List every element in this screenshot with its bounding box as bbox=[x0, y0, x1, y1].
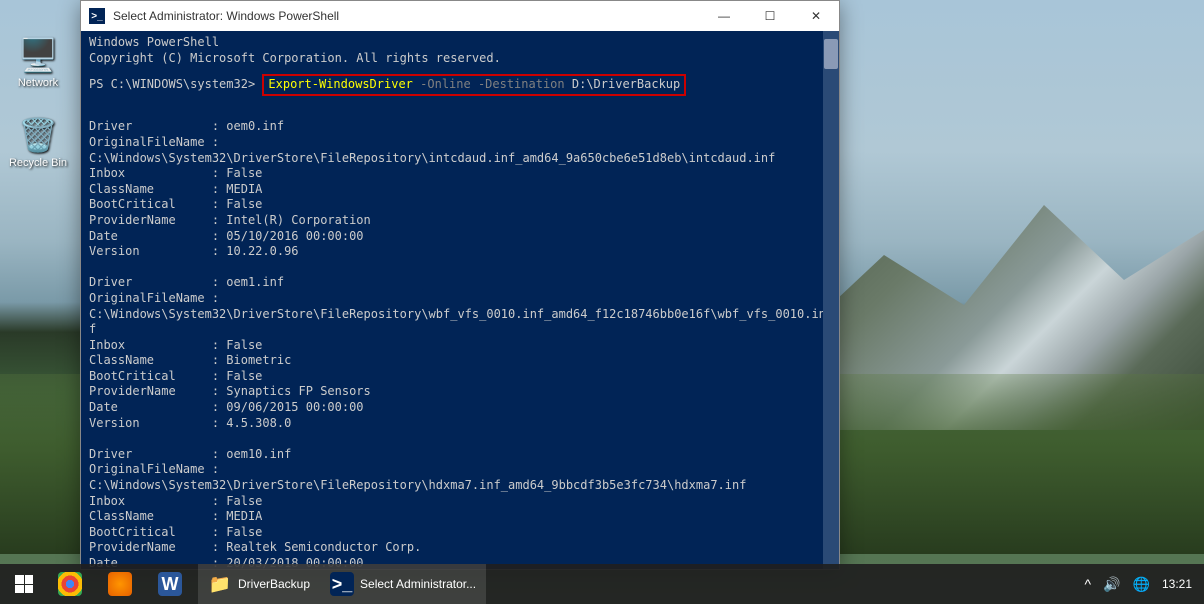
scrollbar-thumb[interactable] bbox=[824, 39, 838, 69]
command-cmdlet: Export-WindowsDriver bbox=[268, 77, 413, 91]
taskbar-word[interactable]: W bbox=[148, 564, 198, 604]
command-highlight-box: Export-WindowsDriver -Online -Destinatio… bbox=[262, 74, 686, 96]
tray-network-icon[interactable]: 🌐 bbox=[1133, 576, 1150, 593]
network-icon: 🖥️ bbox=[18, 35, 58, 75]
command-path: D:\DriverBackup bbox=[572, 77, 680, 91]
ps-header-1: Windows PowerShell bbox=[89, 35, 831, 51]
system-tray: ^ 🔊 🌐 13:21 bbox=[1085, 576, 1204, 593]
maximize-button[interactable]: ☐ bbox=[747, 1, 793, 31]
command-line: PS C:\WINDOWS\system32> Export-WindowsDr… bbox=[89, 74, 831, 96]
desktop-icon-label: Network bbox=[8, 77, 68, 89]
powershell-icon: >_ bbox=[89, 8, 105, 24]
firefox-icon bbox=[108, 572, 132, 596]
terminal-content[interactable]: Windows PowerShell Copyright (C) Microso… bbox=[81, 31, 839, 569]
taskbar-firefox[interactable] bbox=[98, 564, 148, 604]
taskbar-item-label: Select Administrator... bbox=[360, 577, 476, 591]
taskbar-powershell[interactable]: >_ Select Administrator... bbox=[320, 564, 486, 604]
scrollbar[interactable] bbox=[823, 31, 839, 569]
folder-icon: 📁 bbox=[208, 572, 232, 596]
titlebar[interactable]: >_ Select Administrator: Windows PowerSh… bbox=[81, 1, 839, 31]
ps-header-2: Copyright (C) Microsoft Corporation. All… bbox=[89, 51, 831, 67]
taskbar: W 📁 DriverBackup >_ Select Administrator… bbox=[0, 564, 1204, 604]
desktop-recycle-icon[interactable]: 🗑️ Recycle Bin bbox=[8, 115, 68, 169]
prompt-text: PS C:\WINDOWS\system32> bbox=[89, 77, 255, 91]
tray-chevron-icon[interactable]: ^ bbox=[1085, 576, 1092, 592]
word-icon: W bbox=[158, 572, 182, 596]
tray-volume-icon[interactable]: 🔊 bbox=[1103, 576, 1120, 593]
powershell-window: >_ Select Administrator: Windows PowerSh… bbox=[80, 0, 840, 570]
window-title: Select Administrator: Windows PowerShell bbox=[113, 9, 701, 23]
windows-logo-icon bbox=[15, 575, 33, 593]
driver-output: Driver : oem0.inf OriginalFileName : C:\… bbox=[89, 104, 831, 569]
taskbar-item-label: DriverBackup bbox=[238, 577, 310, 591]
desktop-icon-label: Recycle Bin bbox=[8, 157, 68, 169]
taskbar-chrome[interactable] bbox=[48, 564, 98, 604]
trash-icon: 🗑️ bbox=[18, 115, 58, 155]
desktop-network-icon[interactable]: 🖥️ Network bbox=[8, 35, 68, 89]
powershell-taskbar-icon: >_ bbox=[330, 572, 354, 596]
close-button[interactable]: ✕ bbox=[793, 1, 839, 31]
window-controls: — ☐ ✕ bbox=[701, 1, 839, 31]
minimize-button[interactable]: — bbox=[701, 1, 747, 31]
taskbar-explorer[interactable]: 📁 DriverBackup bbox=[198, 564, 320, 604]
start-button[interactable] bbox=[0, 564, 48, 604]
command-params: -Online -Destination bbox=[420, 77, 565, 91]
clock[interactable]: 13:21 bbox=[1162, 577, 1192, 591]
chrome-icon bbox=[58, 572, 82, 596]
